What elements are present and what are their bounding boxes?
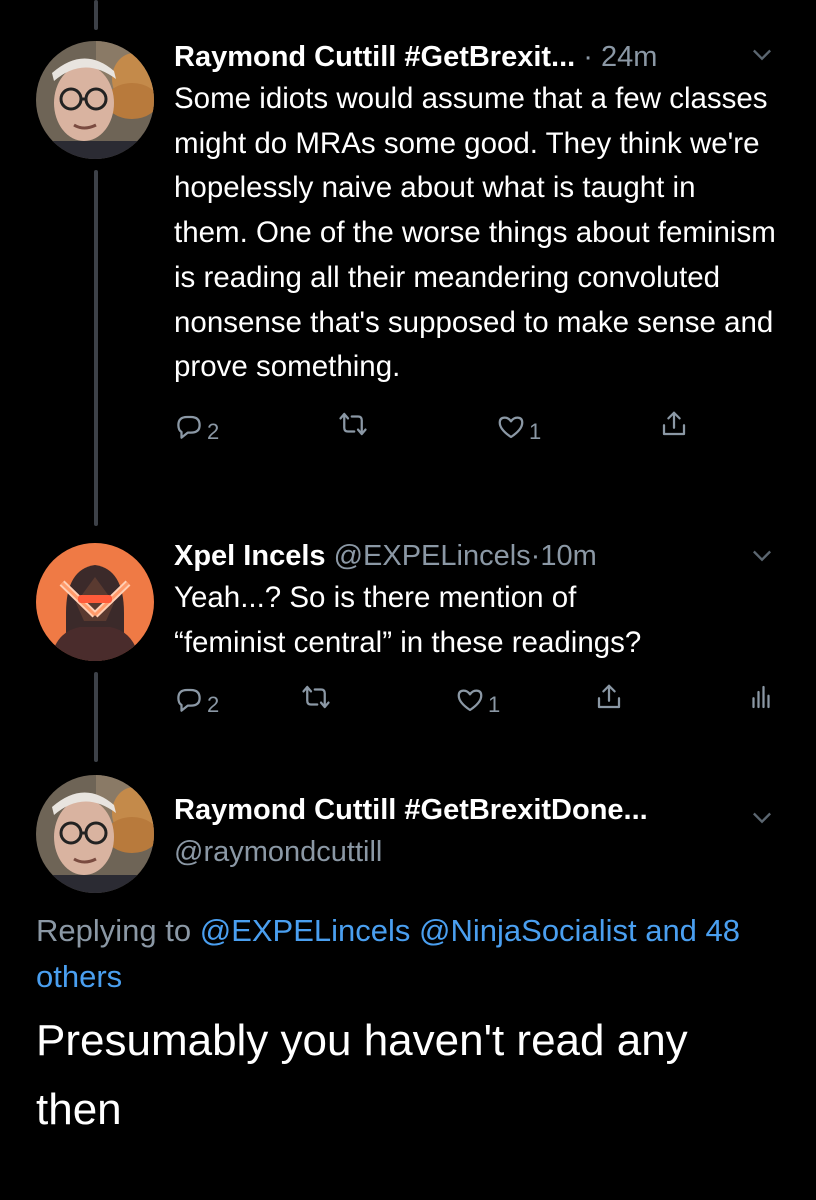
- like-count: 1: [529, 418, 542, 444]
- reply-button[interactable]: 2: [174, 682, 219, 718]
- analytics-button[interactable]: [746, 682, 776, 712]
- tweet-text-line: “feminist central” in these readings?: [174, 625, 642, 659]
- separator-dot: ·: [530, 540, 541, 572]
- tweet-actions: 2 1: [174, 682, 776, 726]
- tweet[interactable]: Xpel Incels @EXPELincels·10m Yeah...? So…: [174, 537, 776, 726]
- display-name[interactable]: Raymond Cuttill #GetBrexitDone...: [174, 791, 776, 829]
- tweet-text: Presumably you haven't read any then: [36, 1016, 688, 1134]
- chevron-down-icon[interactable]: [748, 803, 776, 831]
- reply-icon: [177, 415, 201, 439]
- tweet-text: Yeah...? So is there mention of “feminis…: [174, 576, 776, 665]
- thread-line-2: [94, 672, 98, 762]
- retweet-icon: [302, 686, 330, 709]
- share-icon: [662, 411, 686, 436]
- avatar[interactable]: [36, 775, 154, 893]
- tweet-text-line: Yeah...? So is there mention of: [174, 581, 577, 614]
- tweet-actions: 2 1: [174, 409, 776, 453]
- display-name[interactable]: Raymond Cuttill #GetBrexit...: [174, 41, 575, 73]
- reply-icon: [177, 689, 201, 713]
- like-button[interactable]: 1: [496, 409, 541, 445]
- share-button[interactable]: [659, 409, 689, 439]
- reply-button[interactable]: 2: [174, 409, 219, 445]
- timestamp[interactable]: 10m: [540, 540, 596, 572]
- handle[interactable]: @raymondcuttill: [174, 833, 776, 871]
- tweet-text: Some idiots would assume that a few clas…: [174, 82, 776, 384]
- mention-link[interactable]: @NinjaSocialist: [419, 913, 637, 948]
- avatar[interactable]: [36, 543, 154, 661]
- avatar[interactable]: [36, 41, 154, 159]
- reply-count: 2: [207, 692, 220, 718]
- chevron-down-icon[interactable]: [748, 541, 776, 569]
- reply-count: 2: [207, 418, 220, 444]
- timestamp[interactable]: 24m: [601, 41, 657, 73]
- retweet-button[interactable]: [301, 682, 331, 712]
- like-count: 1: [488, 692, 501, 718]
- focused-tweet-header: Raymond Cuttill #GetBrexitDone... @raymo…: [174, 791, 776, 871]
- like-icon: [457, 689, 483, 712]
- tweet-header: Raymond Cuttill #GetBrexit... · 24m: [174, 38, 776, 76]
- chevron-down-icon[interactable]: [748, 40, 776, 68]
- retweet-button[interactable]: [338, 409, 368, 439]
- analytics-icon: [752, 686, 770, 709]
- tweet[interactable]: Raymond Cuttill #GetBrexit... · 24m Some…: [174, 38, 776, 453]
- mention-link[interactable]: @EXPELincels: [200, 913, 411, 948]
- handle[interactable]: @EXPELincels: [334, 540, 531, 572]
- share-button[interactable]: [594, 682, 624, 712]
- share-icon: [597, 685, 621, 709]
- separator-dot: ·: [575, 41, 602, 73]
- thread-line-1: [94, 170, 98, 526]
- thread-line-top: [94, 0, 98, 30]
- like-button[interactable]: 1: [455, 682, 500, 718]
- tweet-header: Xpel Incels @EXPELincels·10m: [174, 537, 776, 575]
- retweet-icon: [339, 412, 367, 436]
- focused-tweet-body: Replying to @EXPELincels @NinjaSocialist…: [36, 908, 776, 1144]
- replying-to: Replying to @EXPELincels @NinjaSocialist…: [36, 908, 776, 1000]
- like-icon: [498, 416, 524, 439]
- display-name[interactable]: Xpel Incels: [174, 540, 326, 572]
- replying-to-label: Replying to: [36, 913, 192, 948]
